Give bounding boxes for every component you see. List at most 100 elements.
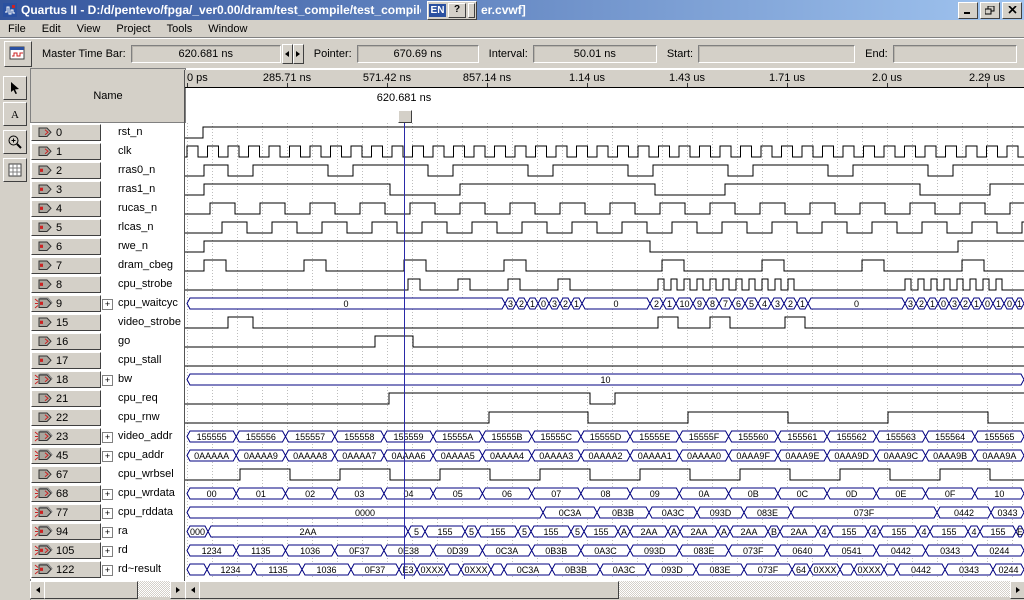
signal-name[interactable]: cpu_wrdata xyxy=(118,487,175,499)
signal-name[interactable]: clk xyxy=(118,145,131,157)
signal-name[interactable]: dram_cbeg xyxy=(118,259,173,271)
signal-number-button[interactable]: 5 xyxy=(31,219,101,236)
language-bar-grip[interactable] xyxy=(468,3,475,18)
signal-name[interactable]: rras0_n xyxy=(118,164,155,176)
waveform-editor-icon[interactable] xyxy=(4,41,32,67)
signal-name[interactable]: rras1_n xyxy=(118,183,155,195)
close-button[interactable] xyxy=(1002,2,1022,19)
ruler-tick-mark xyxy=(687,83,688,87)
signal-number-button[interactable]: 68 xyxy=(31,485,101,502)
signal-number-button[interactable]: 7 xyxy=(31,257,101,274)
signal-name[interactable]: rlcas_n xyxy=(118,221,153,233)
signal-name[interactable]: cpu_rddata xyxy=(118,506,173,518)
menu-item-project[interactable]: Project xyxy=(108,22,158,36)
signal-number-button[interactable]: 1 xyxy=(31,143,101,160)
scrollbar-thumb[interactable] xyxy=(44,581,138,599)
spin-left-icon[interactable] xyxy=(282,44,293,64)
menu-item-edit[interactable]: Edit xyxy=(34,22,69,36)
spin-right-icon[interactable] xyxy=(293,44,304,64)
signal-name[interactable]: cpu_addr xyxy=(118,449,164,461)
signal-name[interactable]: rd~result xyxy=(118,563,161,575)
signal-number-button[interactable]: 94 xyxy=(31,523,101,540)
menu-item-file[interactable]: File xyxy=(0,22,34,36)
master-time-value[interactable]: 620.681 ns xyxy=(131,45,281,63)
signal-name[interactable]: cpu_waitcyc xyxy=(118,297,178,309)
signal-number-button[interactable]: 105 xyxy=(31,542,101,559)
menu-item-view[interactable]: View xyxy=(69,22,109,36)
signal-name[interactable]: bw xyxy=(118,373,132,385)
signal-number-button[interactable]: 16 xyxy=(31,333,101,350)
scroll-right-icon[interactable] xyxy=(170,581,186,599)
signal-number-button[interactable]: 22 xyxy=(31,409,101,426)
signal-name[interactable]: cpu_stall xyxy=(118,354,161,366)
scroll-right-icon[interactable] xyxy=(1010,581,1024,599)
signal-name[interactable]: ra xyxy=(118,525,128,537)
master-time-cursor-handle[interactable] xyxy=(398,110,412,123)
waveform-scrollbar[interactable] xyxy=(185,581,1024,597)
scrollbar-thumb[interactable] xyxy=(199,581,619,599)
svg-text:0A: 0A xyxy=(698,489,709,499)
grid-tool-icon[interactable] xyxy=(3,158,27,182)
output-pin-icon xyxy=(34,354,54,367)
signal-number-button[interactable]: 2 xyxy=(31,162,101,179)
end-value[interactable] xyxy=(893,45,1017,63)
signal-number-button[interactable]: 4 xyxy=(31,200,101,217)
signal-name[interactable]: cpu_req xyxy=(118,392,158,404)
expand-toggle[interactable]: + xyxy=(102,489,113,500)
menu-item-tools[interactable]: Tools xyxy=(159,22,201,36)
signal-number-button[interactable]: 3 xyxy=(31,181,101,198)
svg-text:0AAAA0: 0AAAA0 xyxy=(687,451,721,461)
signal-name[interactable]: rst_n xyxy=(118,126,142,138)
input-pin-icon xyxy=(34,392,54,405)
waveform-canvas[interactable]: 0321032102110987654321032103210101101555… xyxy=(185,123,1024,579)
signal-name[interactable]: video_addr xyxy=(118,430,172,442)
signal-number-button[interactable]: 21 xyxy=(31,390,101,407)
signal-number-button[interactable]: 67 xyxy=(31,466,101,483)
signal-number: 45 xyxy=(56,450,68,462)
signal-number-button[interactable]: 8 xyxy=(31,276,101,293)
expand-toggle[interactable]: + xyxy=(102,508,113,519)
signal-name[interactable]: cpu_strobe xyxy=(118,278,172,290)
time-ruler[interactable]: 0 ps285.71 ns571.42 ns857.14 ns1.14 us1.… xyxy=(185,70,1024,88)
signal-number: 1 xyxy=(56,146,62,158)
expand-toggle[interactable]: + xyxy=(102,546,113,557)
signal-number-button[interactable]: 77 xyxy=(31,504,101,521)
quartus-waveform-window: Quartus II - D:/d/pentevo/fpga/_ver0.00/… xyxy=(0,0,1024,600)
menu-item-window[interactable]: Window xyxy=(200,22,255,36)
selection-tool-icon[interactable] xyxy=(3,76,27,100)
signal-name[interactable]: cpu_rnw xyxy=(118,411,160,423)
expand-toggle[interactable]: + xyxy=(102,527,113,538)
signal-number-button[interactable]: 9 xyxy=(31,295,101,312)
signal-name[interactable]: video_strobe xyxy=(118,316,181,328)
signal-number-button[interactable]: 6 xyxy=(31,238,101,255)
expand-toggle[interactable]: + xyxy=(102,299,113,310)
signal-name[interactable]: cpu_wrbsel xyxy=(118,468,174,480)
text-tool-icon[interactable]: A xyxy=(3,102,27,126)
name-column-scrollbar[interactable] xyxy=(30,581,184,597)
restore-button[interactable] xyxy=(980,2,1000,19)
signal-number-button[interactable]: 0 xyxy=(31,124,101,141)
signal-number-button[interactable]: 23 xyxy=(31,428,101,445)
svg-text:0000: 0000 xyxy=(355,508,375,518)
expand-toggle[interactable]: + xyxy=(102,565,113,576)
minimize-button[interactable] xyxy=(958,2,978,19)
language-bar: EN ? xyxy=(427,1,477,20)
output-pin-icon xyxy=(34,278,54,291)
signal-number-button[interactable]: 122 xyxy=(31,561,101,578)
language-badge[interactable]: EN xyxy=(429,4,446,17)
start-value[interactable] xyxy=(698,45,855,63)
signal-name[interactable]: rucas_n xyxy=(118,202,157,214)
expand-toggle[interactable]: + xyxy=(102,432,113,443)
help-button[interactable]: ? xyxy=(448,3,466,18)
signal-number-button[interactable]: 18 xyxy=(31,371,101,388)
expand-toggle[interactable]: + xyxy=(102,451,113,462)
signal-name[interactable]: rd xyxy=(118,544,128,556)
signal-name[interactable]: go xyxy=(118,335,130,347)
zoom-tool-icon[interactable] xyxy=(3,130,27,154)
expand-toggle[interactable]: + xyxy=(102,375,113,386)
signal-number-button[interactable]: 15 xyxy=(31,314,101,331)
signal-name[interactable]: rwe_n xyxy=(118,240,148,252)
svg-text:5: 5 xyxy=(469,527,474,537)
signal-number-button[interactable]: 17 xyxy=(31,352,101,369)
signal-number-button[interactable]: 45 xyxy=(31,447,101,464)
